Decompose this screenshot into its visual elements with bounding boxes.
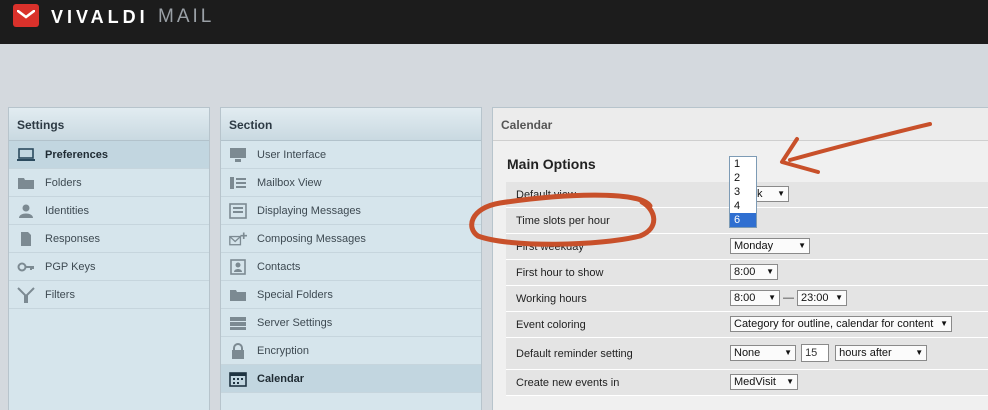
reminder-amount-input[interactable]: 15 [801, 344, 830, 362]
monitor-icon [17, 148, 35, 161]
settings-item-label: Identities [45, 205, 90, 217]
first-weekday-select[interactable]: Monday [730, 238, 810, 254]
filter-icon [17, 287, 35, 303]
option-row-working-hours: Working hours 8:00—23:00 [506, 286, 988, 312]
dropdown-option[interactable]: 2 [730, 171, 756, 185]
section-item-server-settings[interactable]: Server Settings [221, 309, 481, 337]
dropdown-option[interactable]: 3 [730, 185, 756, 199]
section-item-label: Calendar [257, 373, 305, 385]
folder-icon [230, 290, 246, 301]
settings-item-label: Preferences [45, 149, 108, 161]
first-hour-select[interactable]: 8:00 [730, 264, 778, 280]
option-row-new-events-in: Create new events in MedVisit [506, 370, 988, 396]
document-icon [21, 232, 31, 246]
brand-subtitle: MAIL [158, 6, 215, 27]
calendar-panel-title: Calendar [493, 108, 988, 141]
contacts-icon [230, 259, 246, 275]
settings-item-preferences[interactable]: Preferences [9, 141, 209, 169]
compose-icon [229, 232, 247, 246]
section-item-displaying-messages[interactable]: Displaying Messages [221, 197, 481, 225]
settings-panel-title: Settings [9, 108, 209, 141]
option-label: Working hours [516, 293, 587, 305]
section-panel-title: Section [221, 108, 481, 141]
dropdown-option[interactable]: 4 [730, 199, 756, 213]
option-label: Default view [516, 189, 576, 201]
settings-panel: Settings Preferences Folders Identities … [8, 107, 210, 410]
message-view-icon [229, 203, 247, 219]
vivaldi-logo-icon [13, 4, 39, 27]
settings-item-label: PGP Keys [45, 261, 96, 273]
settings-item-filters[interactable]: Filters [9, 281, 209, 309]
new-events-calendar-select[interactable]: MedVisit [730, 374, 798, 390]
person-icon [19, 204, 33, 218]
section-item-mailbox-view[interactable]: Mailbox View [221, 169, 481, 197]
option-row-first-weekday: First weekday Monday [506, 234, 988, 260]
dropdown-option-selected[interactable]: 6 [730, 213, 756, 227]
section-item-label: Displaying Messages [257, 205, 361, 217]
working-hours-end-select[interactable]: 23:00 [797, 290, 847, 306]
monitor-icon [230, 148, 246, 162]
dropdown-option[interactable]: 1 [730, 157, 756, 171]
reminder-type-select[interactable]: None [730, 345, 796, 361]
list-icon [230, 177, 246, 189]
section-item-label: Composing Messages [257, 233, 366, 245]
settings-item-identities[interactable]: Identities [9, 197, 209, 225]
folder-icon [18, 178, 34, 189]
settings-item-label: Responses [45, 233, 101, 245]
server-icon [230, 317, 246, 330]
section-panel: Section User Interface Mailbox View Disp… [220, 107, 482, 410]
key-icon [17, 262, 34, 272]
option-label: Time slots per hour [516, 215, 610, 227]
working-hours-separator: — [783, 292, 794, 304]
brand-name: VIVALDI [51, 7, 149, 27]
section-item-user-interface[interactable]: User Interface [221, 141, 481, 169]
option-label: Event coloring [516, 319, 586, 331]
option-label: First weekday [516, 241, 584, 253]
calendar-panel: Calendar Main Options Default view k Tim… [492, 107, 988, 410]
option-row-reminder: Default reminder setting None 15 hours a… [506, 338, 988, 370]
main-options-heading: Main Options [507, 156, 596, 172]
section-item-label: Server Settings [257, 317, 333, 329]
top-bar: VIVALDI MAIL [0, 0, 988, 44]
settings-item-responses[interactable]: Responses [9, 225, 209, 253]
settings-item-folders[interactable]: Folders [9, 169, 209, 197]
settings-item-label: Filters [45, 289, 75, 301]
option-row-first-hour: First hour to show 8:00 [506, 260, 988, 286]
section-item-label: User Interface [257, 149, 327, 161]
section-item-calendar[interactable]: Calendar [221, 365, 481, 393]
option-label: Default reminder setting [516, 348, 633, 360]
settings-item-pgp-keys[interactable]: PGP Keys [9, 253, 209, 281]
section-item-composing-messages[interactable]: Composing Messages [221, 225, 481, 253]
section-item-label: Special Folders [257, 289, 333, 301]
event-coloring-select[interactable]: Category for outline, calendar for conte… [730, 316, 952, 332]
section-item-special-folders[interactable]: Special Folders [221, 281, 481, 309]
settings-item-label: Folders [45, 177, 82, 189]
section-item-contacts[interactable]: Contacts [221, 253, 481, 281]
option-label: Create new events in [516, 377, 620, 389]
section-item-label: Contacts [257, 261, 301, 273]
section-item-label: Mailbox View [257, 177, 322, 189]
time-slots-dropdown[interactable]: 1 2 3 4 6 [729, 156, 757, 228]
working-hours-start-select[interactable]: 8:00 [730, 290, 780, 306]
reminder-unit-select[interactable]: hours after [835, 345, 928, 361]
option-row-event-coloring: Event coloring Category for outline, cal… [506, 312, 988, 338]
option-label: First hour to show [516, 267, 604, 279]
section-item-encryption[interactable]: Encryption [221, 337, 481, 365]
lock-icon [232, 343, 244, 359]
section-item-label: Encryption [257, 345, 309, 357]
calendar-icon [229, 372, 247, 387]
